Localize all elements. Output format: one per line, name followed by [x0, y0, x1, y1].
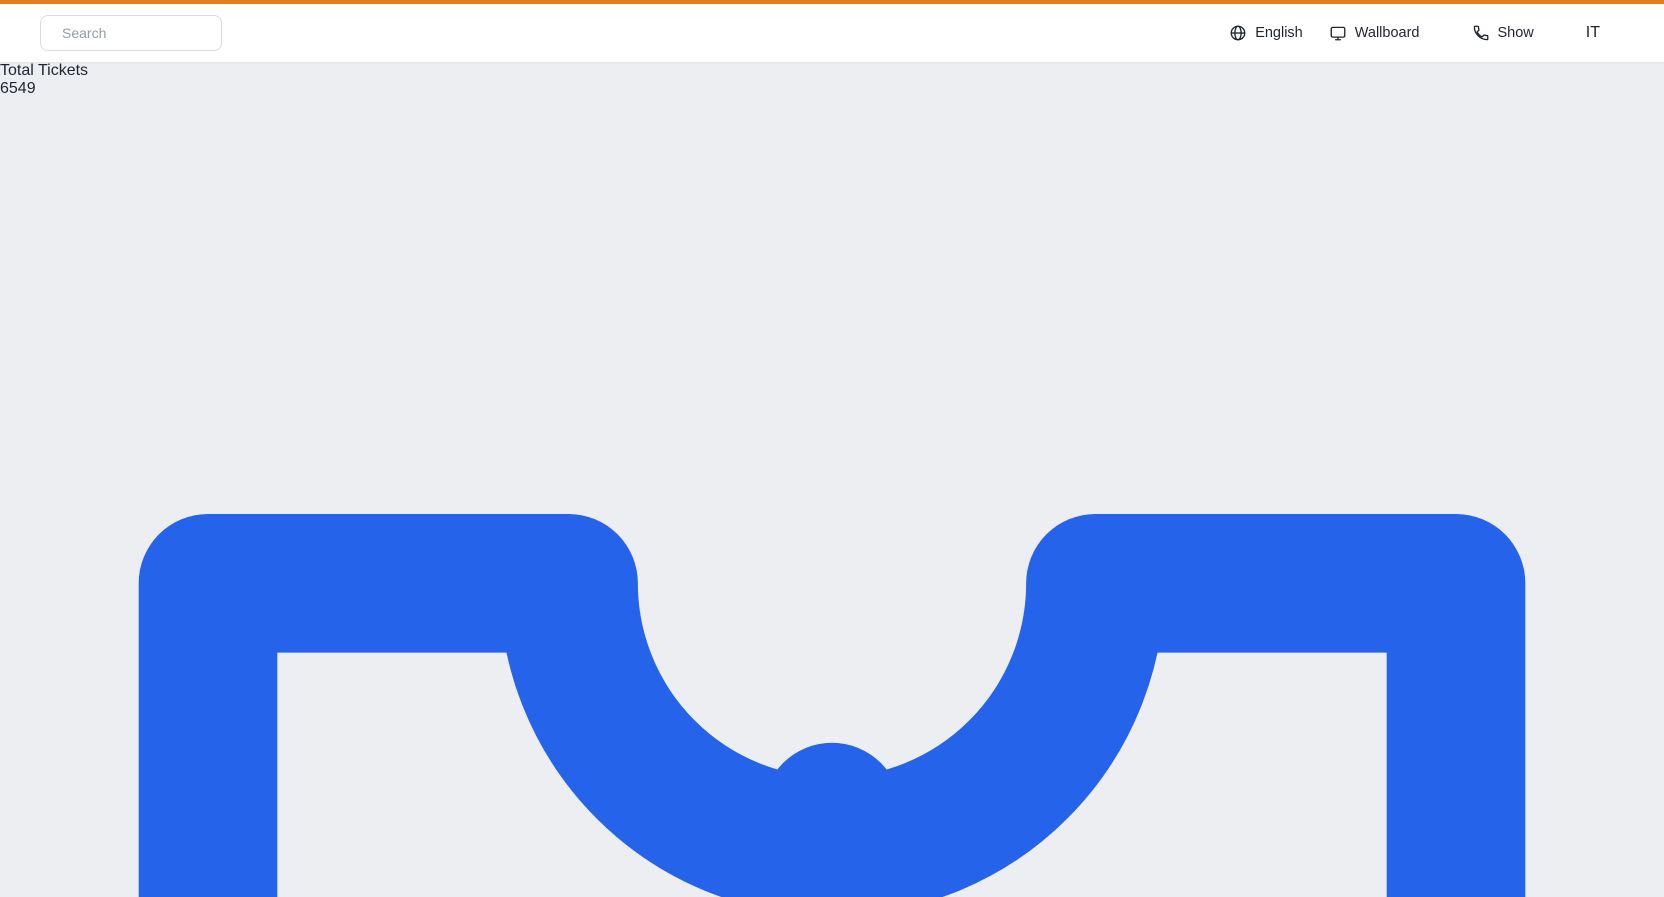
language-label: English [1255, 25, 1303, 41]
app-header: English Wallboard Show IT [0, 4, 1664, 62]
user-avatar[interactable]: IT [1586, 24, 1600, 42]
stat-card-row: Total Tickets 6549 All tickets BY STATUS… [0, 62, 1664, 897]
globe-icon [1229, 24, 1247, 42]
search-box[interactable] [40, 15, 222, 59]
wallboard-icon [1329, 24, 1347, 42]
show-phone-button[interactable]: Show [1472, 24, 1534, 42]
stat-card: Total Tickets 6549 All tickets BY STATUS… [0, 62, 1664, 897]
language-switcher[interactable]: English [1229, 24, 1303, 42]
stat-card-title: Total Tickets [0, 62, 89, 79]
dashboard-main: Total Tickets 6549 All tickets BY STATUS… [0, 62, 1664, 897]
stat-card-link[interactable]: All tickets [0, 98, 1664, 897]
wallboard-label: Wallboard [1354, 25, 1420, 41]
stat-card-value: 6549 [0, 80, 36, 97]
show-label: Show [1497, 25, 1534, 41]
phone-icon [1472, 24, 1490, 42]
search-input[interactable] [62, 25, 209, 41]
wallboard-link[interactable]: Wallboard [1329, 24, 1420, 42]
